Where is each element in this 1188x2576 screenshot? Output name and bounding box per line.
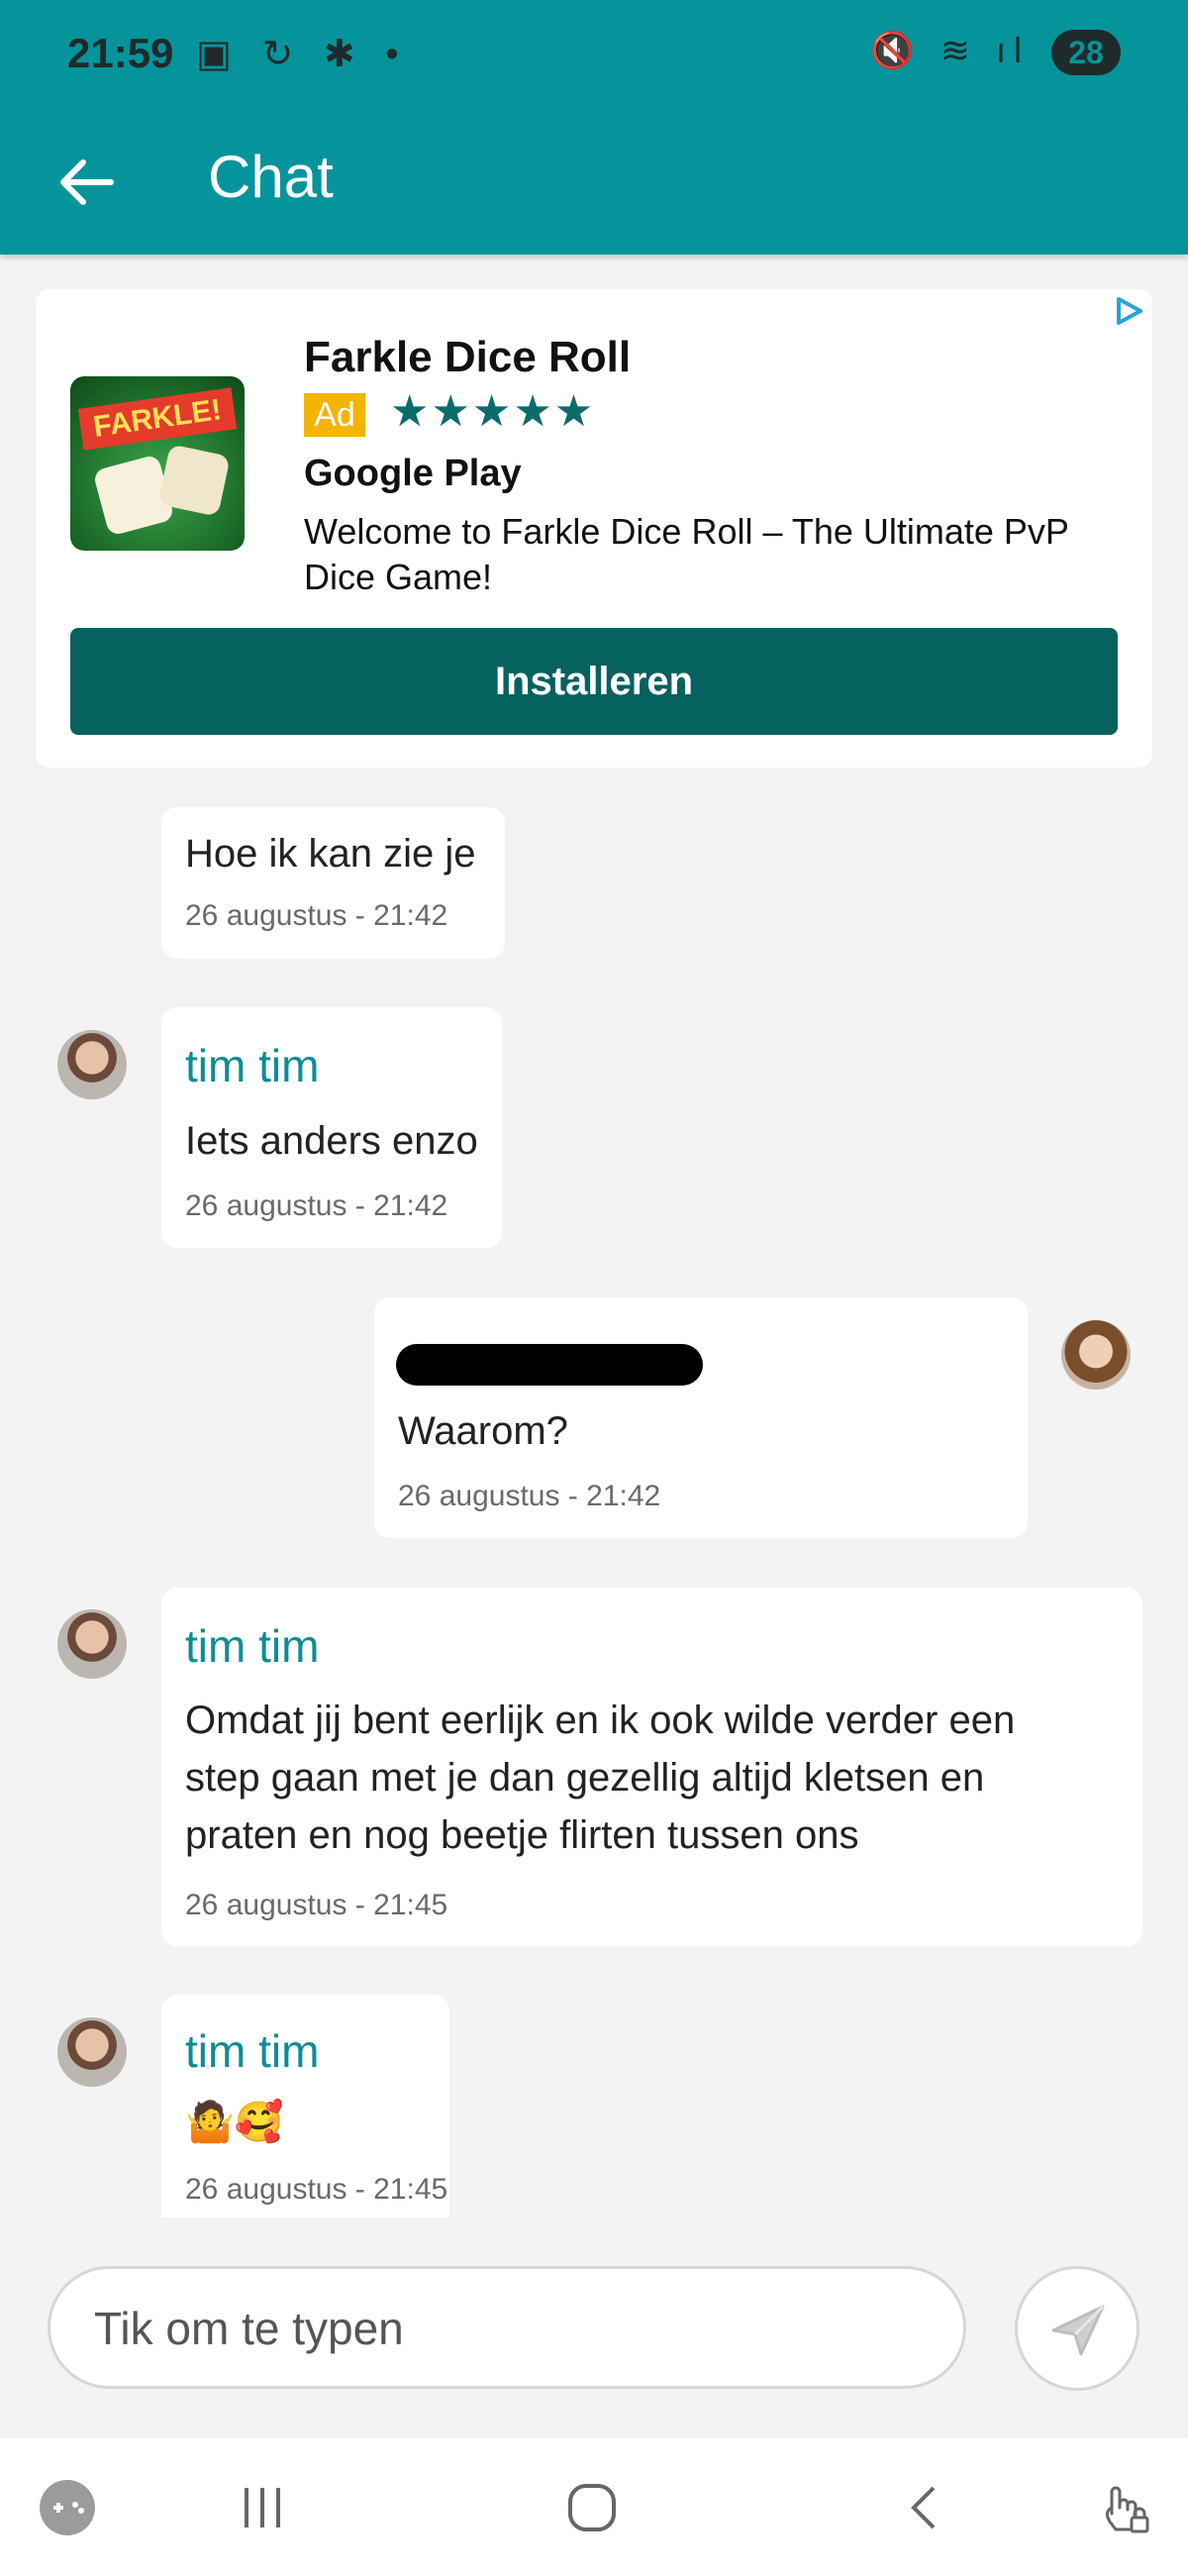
system-nav-bar [0,2438,1188,2576]
game-launcher-button[interactable] [28,2438,107,2576]
sender-name[interactable]: tim tim [185,1619,319,1673]
gamepad-icon [40,2479,95,2535]
ad-card[interactable]: FARKLE! Farkle Dice Roll Ad ★★★★★ Google… [36,289,1152,768]
signal-icons: 🔇 ≋ ıl [870,30,1030,70]
ad-title[interactable]: Farkle Dice Roll [304,333,631,382]
notification-icons: ▣ ↻ ✱ • [196,34,409,75]
logo-banner: FARKLE! [77,387,238,451]
home-icon [568,2483,616,2531]
avatar[interactable] [57,1030,127,1099]
message-text: Waarom? [398,1409,568,1453]
message-bubble[interactable]: tim tim 🤷🥰 26 augustus - 21:45 [161,1995,449,2217]
install-button[interactable]: Installeren [70,628,1118,735]
touch-lock-icon [1105,2486,1149,2532]
adchoices-icon[interactable] [1109,291,1148,331]
message-bubble[interactable]: tim tim Iets anders enzo 26 augustus - 2… [161,1007,502,1248]
message-time: 26 augustus - 21:45 [185,2173,448,2206]
sender-name[interactable]: tim tim [185,1039,319,1092]
redacted-name [396,1344,703,1386]
message-time: 26 augustus - 21:42 [185,1189,448,1222]
back-nav-button[interactable] [881,2438,970,2576]
avatar[interactable] [57,1609,127,1679]
message-text: Iets anders enzo [185,1119,478,1163]
avatar[interactable] [1061,1320,1131,1390]
status-time: 21:59 [67,30,174,76]
message-bubble[interactable]: Waarom? 26 augustus - 21:42 [374,1297,1028,1538]
message-text: Omdat jij bent eerlijk en ik ook wilde v… [185,1699,1016,1857]
message-time: 26 augustus - 21:45 [185,1889,448,1921]
ad-store: Google Play [304,453,522,494]
message-time: 26 augustus - 21:42 [185,899,448,932]
die-icon [157,444,231,517]
app-bar: Chat [0,111,1188,255]
rating-stars: ★★★★★ [390,387,596,436]
message-input[interactable]: Tik om te typen [48,2266,966,2389]
status-bar: 21:59 ▣ ↻ ✱ • 🔇 ≋ ıl 28 [0,0,1188,111]
avatar[interactable] [57,2017,127,2087]
message-bubble[interactable]: tim tim Omdat jij bent eerlijk en ik ook… [161,1588,1142,1946]
home-button[interactable] [547,2438,637,2576]
page-title: Chat [208,144,334,210]
recent-apps-button[interactable] [218,2438,307,2576]
send-button[interactable] [1015,2266,1139,2391]
send-icon [1051,2305,1105,2356]
battery-icon: 28 [1051,30,1121,75]
ad-badge: Ad [304,393,365,437]
sender-name[interactable]: tim tim [185,2024,319,2078]
ad-description: Welcome to Farkle Dice Roll – The Ultima… [304,511,1069,597]
back-button[interactable] [48,143,127,222]
message-text: 🤷🥰 [185,2101,284,2144]
message-bubble[interactable]: Hoe ik kan zie je 26 augustus - 21:42 [161,807,505,959]
message-time: 26 augustus - 21:42 [398,1480,661,1512]
arrow-left-icon [60,159,114,205]
message-text: Hoe ik kan zie je [185,832,476,876]
ad-app-logo[interactable]: FARKLE! [70,376,245,551]
message-input-placeholder: Tik om te typen [94,2303,404,2354]
touch-lock-button[interactable] [1084,2438,1163,2576]
chevron-left-icon [911,2486,936,2528]
recents-icon [245,2487,280,2527]
